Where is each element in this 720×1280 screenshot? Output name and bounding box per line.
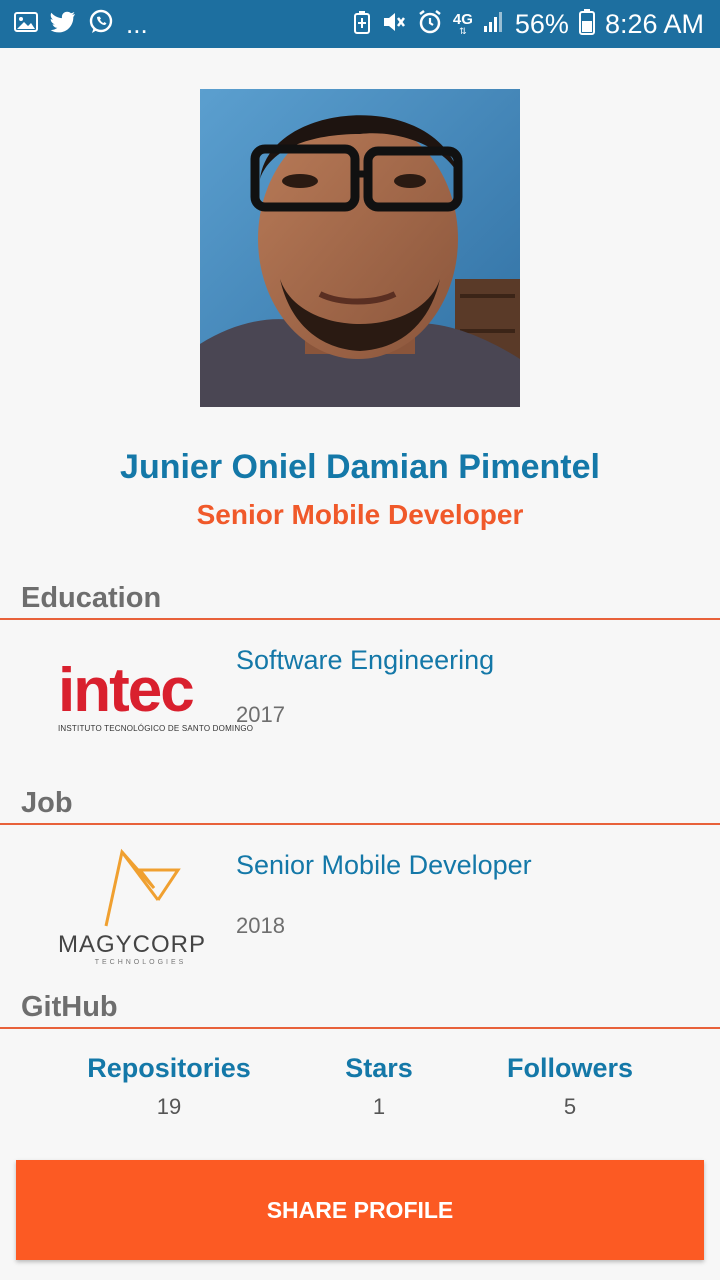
- stat-followers-value: 5: [563, 1094, 577, 1119]
- whatsapp-icon: [88, 9, 114, 40]
- magycorp-mark-icon: [104, 848, 181, 927]
- education-year: 2017: [236, 702, 285, 727]
- alarm-icon: [417, 9, 443, 40]
- job-section-title: Job: [21, 787, 73, 819]
- stat-repositories-value: 19: [156, 1094, 182, 1119]
- job-divider: [0, 823, 720, 825]
- magycorp-wordmark: MAGYCORP: [58, 931, 207, 958]
- github-section-title: GitHub: [21, 991, 118, 1023]
- clock: 8:26 AM: [604, 8, 704, 39]
- network-type: 4G ⇅: [452, 11, 473, 36]
- gallery-icon: [14, 11, 38, 37]
- profile-photo: [200, 89, 520, 407]
- status-bar-left: ...: [0, 9, 148, 40]
- education-degree: Software Engineering: [236, 645, 495, 675]
- stat-followers-label[interactable]: Followers: [450, 1053, 690, 1084]
- status-bar: ... 4G ⇅ 56% 8:26 AM: [0, 0, 720, 48]
- status-bar-right: 4G ⇅ 56% 8:26 AM: [353, 8, 720, 40]
- battery-saver-icon: [353, 10, 371, 39]
- intec-logo: intec INSTITUTO TECNOLÓGICO DE SANTO DOM…: [58, 656, 254, 740]
- intec-logo-subtext: INSTITUTO TECNOLÓGICO DE SANTO DOMINGO: [58, 724, 254, 733]
- profile-title: Senior Mobile Developer: [196, 499, 524, 530]
- magycorp-logo: MAGYCORP TECHNOLOGIES: [58, 848, 223, 966]
- job-position: Senior Mobile Developer: [236, 850, 532, 880]
- battery-icon: [578, 8, 595, 40]
- profile-name: Junier Oniel Damian Pimentel: [120, 448, 600, 486]
- stat-repositories-label[interactable]: Repositories: [49, 1053, 289, 1084]
- signal-icon: [483, 11, 505, 38]
- share-profile-button[interactable]: SHARE PROFILE: [16, 1160, 704, 1260]
- education-divider: [0, 618, 720, 620]
- intec-logo-wordmark: intec: [58, 656, 195, 725]
- github-divider: [0, 1027, 720, 1029]
- education-section-title: Education: [21, 582, 162, 614]
- more-notifications: ...: [126, 9, 148, 39]
- job-year: 2018: [236, 913, 285, 938]
- magycorp-subtext: TECHNOLOGIES: [94, 959, 187, 966]
- twitter-icon: [50, 11, 76, 38]
- mute-icon: [381, 10, 407, 39]
- battery-percent: 56%: [514, 8, 569, 39]
